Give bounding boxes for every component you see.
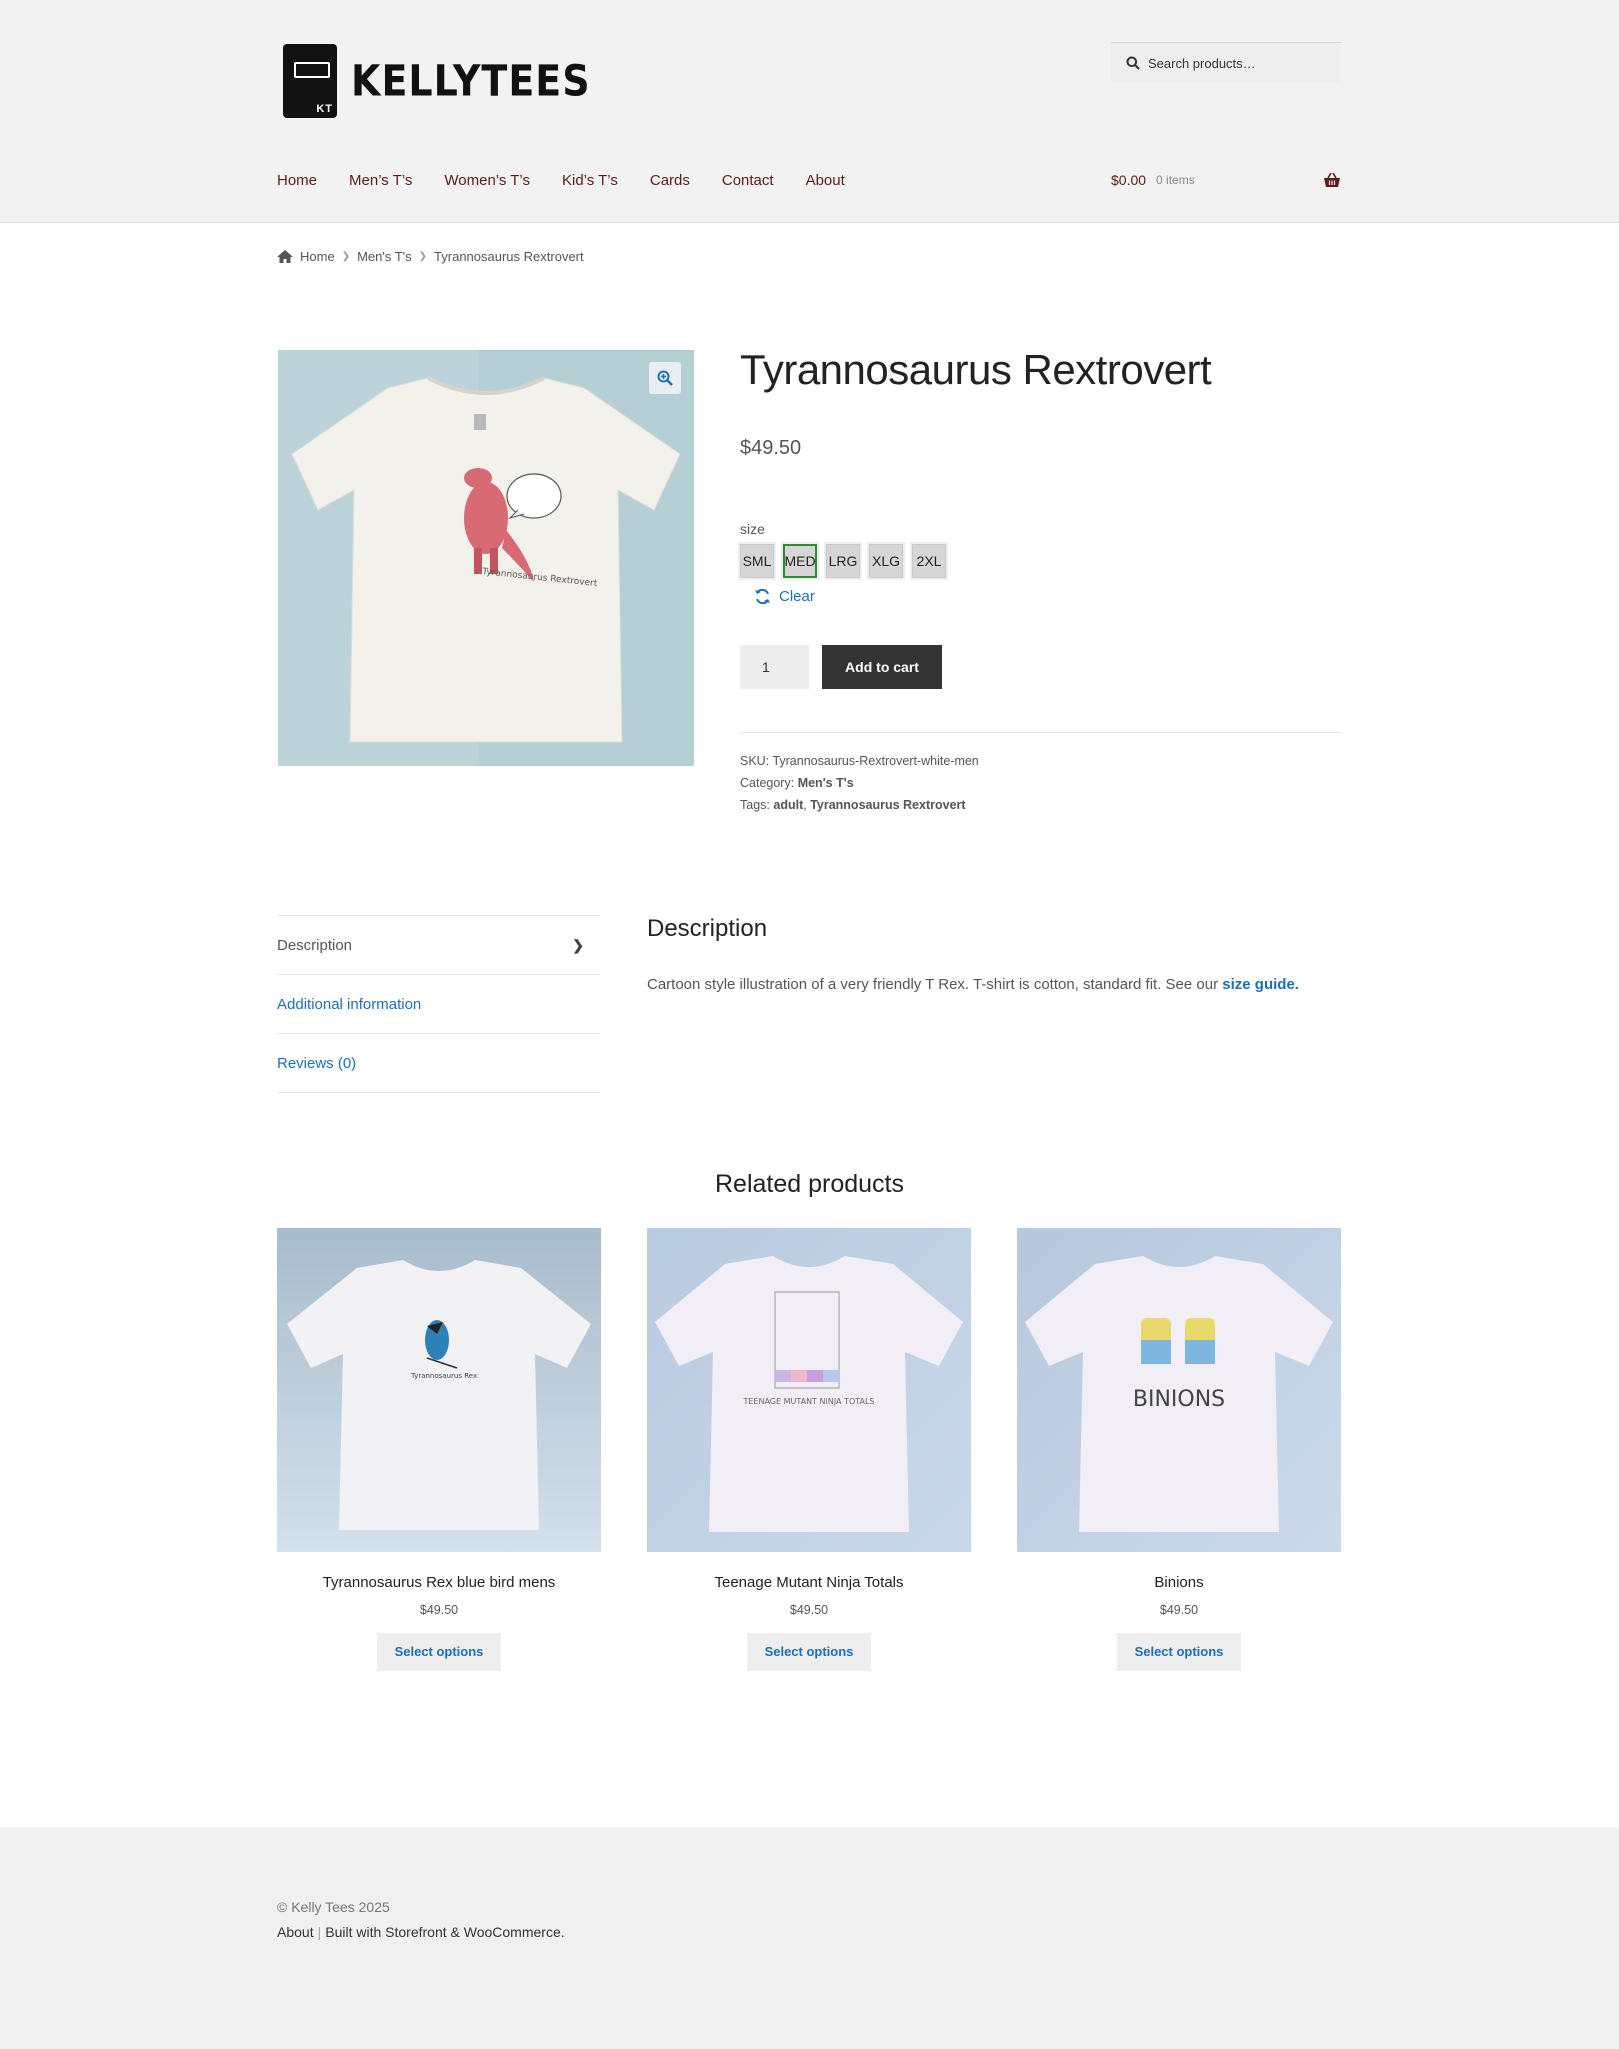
size-swatch-2xl[interactable]: 2XL — [910, 542, 948, 580]
related-product-image[interactable]: TEENAGE MUTANT NINJA TOTALS — [647, 1228, 971, 1552]
basket-icon — [1324, 172, 1340, 187]
nav-home[interactable]: Home — [277, 172, 317, 189]
tab-reviews[interactable]: Reviews (0) — [277, 1033, 600, 1092]
size-swatch-med[interactable]: MED — [781, 542, 819, 580]
description-text: Cartoon style illustration of a very fri… — [647, 976, 1299, 993]
divider — [740, 732, 1341, 733]
tag-link-rextrovert[interactable]: Tyrannosaurus Rextrovert — [810, 798, 965, 812]
tags-row: Tags: adult, Tyrannosaurus Rextrovert — [740, 798, 966, 812]
related-product-card: BINIONS Binions $49.50 Select options — [1017, 1228, 1341, 1671]
clear-selection-link[interactable]: Clear — [754, 588, 815, 605]
search-input[interactable] — [1146, 54, 1330, 72]
nav-about[interactable]: About — [806, 172, 845, 189]
product-image[interactable]: Tyrannosaurus Rextrovert — [278, 350, 694, 766]
primary-nav: Home Men’s T’s Women’s T’s Kid’s T’s Car… — [277, 172, 877, 189]
tag-link-adult[interactable]: adult — [773, 798, 803, 812]
cart-count: 0 items — [1156, 173, 1195, 187]
select-options-button[interactable]: Select options — [1117, 1633, 1241, 1671]
product-title: Tyrannosaurus Rextrovert — [740, 346, 1212, 393]
quantity-input[interactable] — [740, 645, 809, 689]
zoom-icon — [657, 370, 673, 386]
svg-text:BINIONS: BINIONS — [1133, 1387, 1225, 1412]
site-logo[interactable]: KT KELLYTEES — [283, 44, 591, 118]
search-icon — [1126, 56, 1140, 70]
home-icon — [277, 250, 293, 263]
chevron-right-icon: ❯ — [418, 251, 428, 262]
footer-links: About | Built with Storefront & WooCommerc… — [277, 1924, 565, 1940]
category-row: Category: Men's T's — [740, 776, 854, 790]
size-guide-link[interactable]: size guide. — [1222, 976, 1299, 993]
svg-text:Tyrannosaurus Rex: Tyrannosaurus Rex — [410, 1372, 477, 1380]
svg-text:TEENAGE MUTANT NINJA TOTALS: TEENAGE MUTANT NINJA TOTALS — [742, 1397, 874, 1406]
site-footer — [0, 1827, 1619, 2049]
chevron-right-icon: ❯ — [341, 251, 351, 262]
breadcrumb-category[interactable]: Men's T's — [357, 249, 412, 264]
related-product-card: TEENAGE MUTANT NINJA TOTALS Teenage Muta… — [647, 1228, 971, 1671]
nav-womens[interactable]: Women’s T’s — [444, 172, 530, 189]
related-product-name[interactable]: Tyrannosaurus Rex blue bird mens — [277, 1574, 601, 1591]
related-product-price: $49.50 — [789, 1603, 829, 1617]
related-product-card: Tyrannosaurus Rex Tyrannosaurus Rex blue… — [277, 1228, 601, 1671]
product-search[interactable] — [1111, 42, 1341, 83]
nav-contact[interactable]: Contact — [722, 172, 774, 189]
site-header: KT KELLYTEES Home Men’s T’s Women’s T’s … — [0, 0, 1619, 223]
logo-mark: KT — [283, 44, 337, 118]
select-options-button[interactable]: Select options — [747, 1633, 871, 1671]
nav-cards[interactable]: Cards — [650, 172, 690, 189]
related-product-name[interactable]: Teenage Mutant Ninja Totals — [647, 1574, 971, 1591]
sku-value: Tyrannosaurus-Rextrovert-white-men — [772, 754, 979, 768]
description-heading: Description — [647, 915, 768, 942]
tshirt-image: Tyrannosaurus Rextrovert — [278, 350, 694, 766]
breadcrumb-home[interactable]: Home — [300, 249, 335, 264]
category-link[interactable]: Men's T's — [798, 776, 854, 790]
copyright: © Kelly Tees 2025 — [277, 1899, 390, 1915]
breadcrumb-current: Tyrannosaurus Rextrovert — [434, 249, 584, 264]
product-meta: SKU: Tyrannosaurus-Rextrovert-white-men … — [740, 750, 979, 816]
tab-description[interactable]: Description ❯ — [277, 915, 600, 974]
sku-row: SKU: Tyrannosaurus-Rextrovert-white-men — [740, 754, 979, 768]
related-product-price: $49.50 — [419, 1603, 459, 1617]
product-price: $49.50 — [740, 437, 802, 459]
size-swatch-sml[interactable]: SML — [738, 542, 776, 580]
related-product-image[interactable]: Tyrannosaurus Rex — [277, 1228, 601, 1552]
select-options-button[interactable]: Select options — [377, 1633, 501, 1671]
size-swatch-lrg[interactable]: LRG — [824, 542, 862, 580]
logo-initials: KT — [316, 103, 333, 115]
clear-label: Clear — [779, 588, 815, 605]
related-product-image[interactable]: BINIONS — [1017, 1228, 1341, 1552]
tab-additional-information[interactable]: Additional information — [277, 974, 600, 1033]
footer-storefront-link[interactable]: Built with Storefront & WooCommerce — [325, 1924, 561, 1940]
related-products-heading: Related products — [714, 1170, 904, 1198]
chevron-right-icon: ❯ — [572, 936, 584, 953]
logo-text: KELLYTEES — [351, 56, 591, 106]
footer-about-link[interactable]: About — [277, 1924, 314, 1940]
related-product-name[interactable]: Binions — [1017, 1574, 1341, 1591]
related-product-price: $49.50 — [1159, 1603, 1199, 1617]
size-label: size — [740, 521, 765, 537]
size-swatches: SML MED LRG XLG 2XL — [738, 542, 955, 580]
zoom-button[interactable] — [649, 362, 681, 394]
breadcrumb: Home ❯ Men's T's ❯ Tyrannosaurus Rextrov… — [277, 249, 584, 264]
nav-kids[interactable]: Kid’s T’s — [562, 172, 618, 189]
size-swatch-xlg[interactable]: XLG — [867, 542, 905, 580]
add-to-cart-button[interactable]: Add to cart — [822, 645, 942, 689]
refresh-icon — [755, 588, 770, 605]
header-cart[interactable]: $0.00 0 items — [1111, 172, 1341, 188]
nav-mens[interactable]: Men’s T’s — [349, 172, 412, 189]
cart-amount: $0.00 — [1111, 172, 1147, 188]
product-tabs: Description ❯ Additional information Rev… — [277, 915, 600, 1093]
